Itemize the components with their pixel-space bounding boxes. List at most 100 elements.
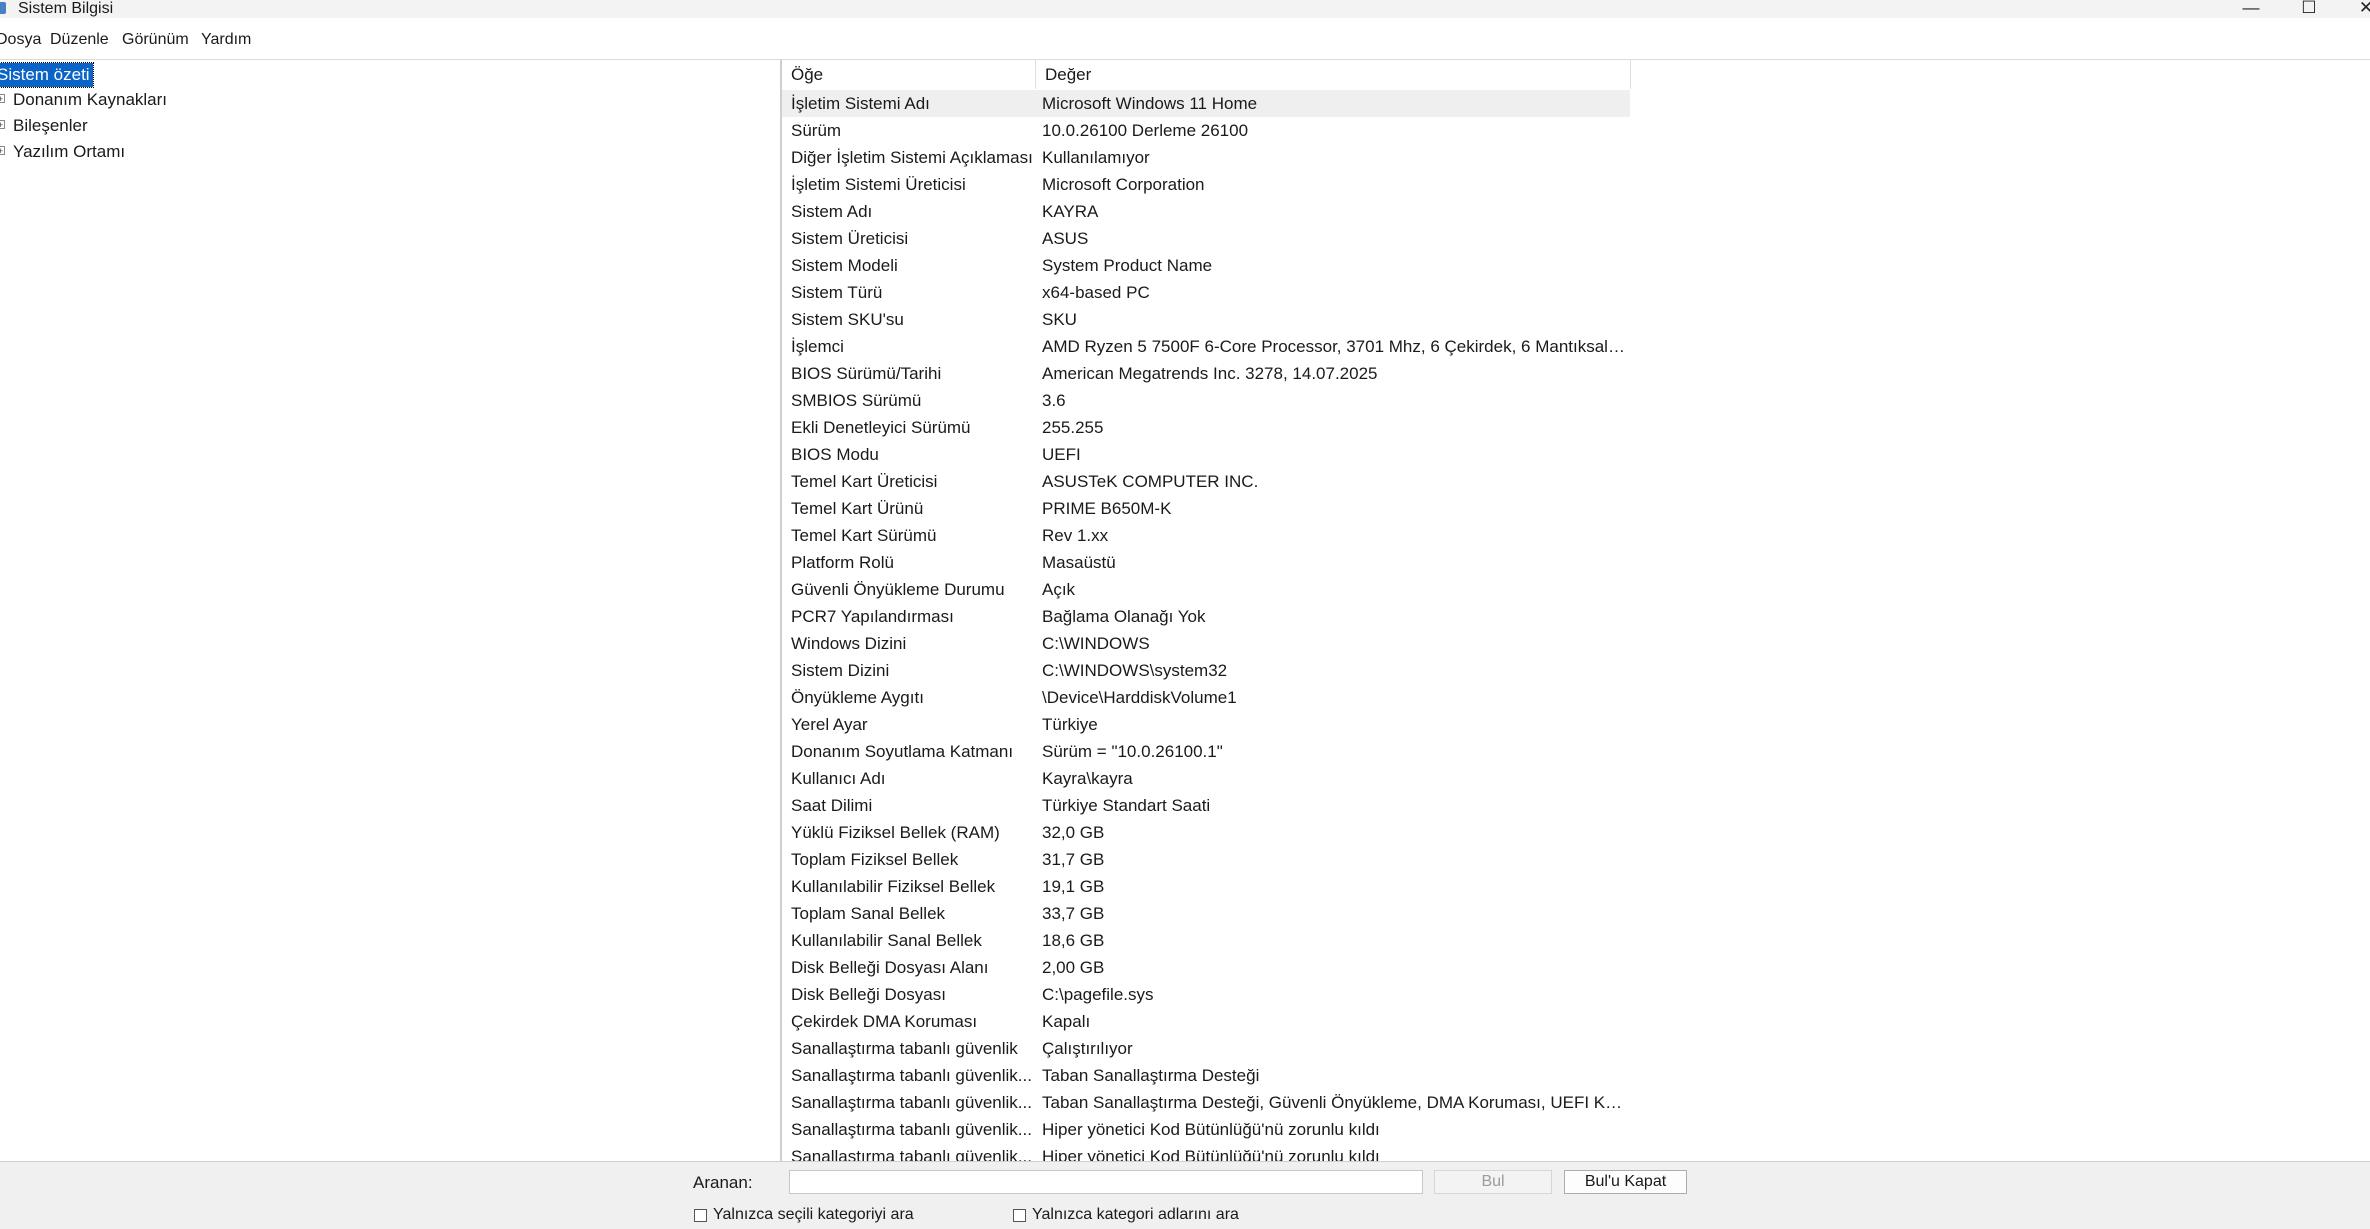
- table-row[interactable]: Saat Dilimi Türkiye Standart Saati: [782, 792, 1630, 819]
- row-value-cell: 33,7 GB: [1042, 904, 1105, 923]
- table-row[interactable]: Önyükleme Aygıtı \Device\HarddiskVolume1: [782, 684, 1630, 711]
- table-row[interactable]: Temel Kart Ürünü PRIME B650M-K: [782, 495, 1630, 522]
- table-row[interactable]: Donanım Soyutlama Katmanı Sürüm = "10.0.2…: [782, 738, 1630, 765]
- row-value-cell: 19,1 GB: [1042, 877, 1105, 896]
- row-item-cell: Windows Dizini: [791, 634, 907, 653]
- table-row[interactable]: Güvenli Önyükleme Durumu Açık: [782, 576, 1630, 603]
- row-item-cell: Sürüm: [791, 121, 842, 140]
- table-row[interactable]: BIOS Sürümü/Tarihi American Megatrends In…: [782, 360, 1630, 387]
- table-row[interactable]: Sistem Dizini C:\WINDOWS\system32: [782, 657, 1630, 684]
- row-value-cell: Taban Sanallaştırma Desteği: [1042, 1066, 1260, 1085]
- table-row[interactable]: Yerel Ayar Türkiye: [782, 711, 1630, 738]
- menu-file[interactable]: Dosya: [0, 26, 41, 54]
- row-item-cell: Sistem Türü: [791, 283, 883, 302]
- row-value-cell: 31,7 GB: [1042, 850, 1105, 869]
- row-value-cell: C:\WINDOWS: [1042, 634, 1150, 653]
- table-row[interactable]: Sistem Modeli System Product Name: [782, 252, 1630, 279]
- row-value-cell: Türkiye: [1042, 715, 1098, 734]
- table-row[interactable]: Toplam Sanal Bellek 33,7 GB: [782, 900, 1630, 927]
- row-item-cell: Yüklü Fiziksel Bellek (RAM): [791, 823, 1000, 842]
- row-item-cell: İşletim Sistemi Üreticisi: [791, 175, 966, 194]
- table-row[interactable]: İşlemci AMD Ryzen 5 7500F 6-Core Processo…: [782, 333, 1630, 360]
- category-tree[interactable]: Sistem özeti + Donanım Kaynakları + Bile…: [0, 59, 782, 1162]
- row-item-cell: İşletim Sistemi Adı: [791, 94, 930, 113]
- menu-view[interactable]: Görünüm: [122, 26, 189, 54]
- tree-item-label: Bileşenler: [13, 116, 88, 135]
- expand-icon[interactable]: +: [0, 94, 5, 104]
- close-find-button[interactable]: Bul'u Kapat: [1564, 1170, 1687, 1194]
- table-row[interactable]: Çekirdek DMA Koruması Kapalı: [782, 1008, 1630, 1035]
- find-button[interactable]: Bul: [1434, 1170, 1552, 1194]
- table-row[interactable]: Toplam Fiziksel Bellek 31,7 GB: [782, 846, 1630, 873]
- checkbox-box[interactable]: [1013, 1209, 1026, 1222]
- maximize-button[interactable]: ☐: [2284, 0, 2334, 18]
- row-item-cell: Sistem Modeli: [791, 256, 898, 275]
- row-value-cell: AMD Ryzen 5 7500F 6-Core Processor, 3701…: [1042, 337, 1628, 356]
- find-bar: Aranan: Bul Bul'u Kapat Yalnızca seçili …: [0, 1161, 2370, 1229]
- row-item-cell: Sanallaştırma tabanlı güvenlik...: [791, 1120, 1032, 1139]
- table-row[interactable]: Sanallaştırma tabanlı güvenlik Çalıştırıl…: [782, 1035, 1630, 1062]
- table-row[interactable]: Windows Dizini C:\WINDOWS: [782, 630, 1630, 657]
- details-pane[interactable]: Öğe Değer İşletim Sistemi Adı Microsoft W…: [782, 59, 2370, 1162]
- row-value-cell: 18,6 GB: [1042, 931, 1105, 950]
- table-row[interactable]: SMBIOS Sürümü 3.6: [782, 387, 1630, 414]
- column-header-value[interactable]: Değer: [1036, 60, 1631, 89]
- table-row[interactable]: BIOS Modu UEFI: [782, 441, 1630, 468]
- row-value-cell: 32,0 GB: [1042, 823, 1105, 842]
- row-value-cell: Masaüstü: [1042, 553, 1116, 572]
- table-row[interactable]: Kullanıcı Adı Kayra\kayra: [782, 765, 1630, 792]
- row-item-cell: Kullanılabilir Sanal Bellek: [791, 931, 982, 950]
- table-row[interactable]: Sanallaştırma tabanlı güvenlik... Taban S…: [782, 1089, 1630, 1116]
- expand-icon[interactable]: +: [0, 120, 5, 130]
- table-row[interactable]: Sanallaştırma tabanlı güvenlik... Hiper y…: [782, 1143, 1630, 1162]
- expand-icon[interactable]: +: [0, 146, 5, 156]
- column-header: Öğe Değer: [782, 60, 1631, 89]
- row-value-cell: 3.6: [1042, 391, 1066, 410]
- row-item-cell: BIOS Sürümü/Tarihi: [791, 364, 942, 383]
- table-row[interactable]: Sürüm 10.0.26100 Derleme 26100: [782, 117, 1630, 144]
- row-value-cell: SKU: [1042, 310, 1077, 329]
- row-item-cell: Ekli Denetleyici Sürümü: [791, 418, 971, 437]
- tree-item-label: Yazılım Ortamı: [13, 142, 126, 161]
- table-row[interactable]: Kullanılabilir Sanal Bellek 18,6 GB: [782, 927, 1630, 954]
- table-row[interactable]: Sistem Üreticisi ASUS: [782, 225, 1630, 252]
- table-row[interactable]: Sanallaştırma tabanlı güvenlik... Taban S…: [782, 1062, 1630, 1089]
- table-row[interactable]: Disk Belleği Dosyası Alanı 2,00 GB: [782, 954, 1630, 981]
- table-row[interactable]: Kullanılabilir Fiziksel Bellek 19,1 GB: [782, 873, 1630, 900]
- checkbox-label: Yalnızca seçili kategoriyi ara: [713, 1206, 914, 1223]
- table-row[interactable]: Sistem Adı KAYRA: [782, 198, 1630, 225]
- menu-edit[interactable]: Düzenle: [50, 26, 109, 54]
- table-row[interactable]: Temel Kart Üreticisi ASUSTeK COMPUTER INC…: [782, 468, 1630, 495]
- row-value-cell: System Product Name: [1042, 256, 1213, 275]
- minimize-button[interactable]: —: [2226, 0, 2276, 18]
- app-icon: [0, 2, 6, 14]
- table-row[interactable]: İşletim Sistemi Adı Microsoft Windows 11 …: [782, 90, 1630, 117]
- row-value-cell: ASUS: [1042, 229, 1089, 248]
- row-item-cell: Saat Dilimi: [791, 796, 873, 815]
- table-row[interactable]: Sistem SKU'su SKU: [782, 306, 1630, 333]
- table-row[interactable]: Sanallaştırma tabanlı güvenlik... Hiper y…: [782, 1116, 1630, 1143]
- row-item-cell: Temel Kart Üreticisi: [791, 472, 938, 491]
- row-value-cell: C:\WINDOWS\system32: [1042, 661, 1228, 680]
- row-value-cell: ASUSTeK COMPUTER INC.: [1042, 472, 1259, 491]
- table-row[interactable]: İşletim Sistemi Üreticisi Microsoft Corpo…: [782, 171, 1630, 198]
- row-item-cell: PCR7 Yapılandırması: [791, 607, 954, 626]
- table-row[interactable]: Platform Rolü Masaüstü: [782, 549, 1630, 576]
- table-row[interactable]: Ekli Denetleyici Sürümü 255.255: [782, 414, 1630, 441]
- tree-item-system-summary[interactable]: Sistem özeti: [0, 62, 94, 88]
- close-button[interactable]: ✕: [2341, 0, 2370, 18]
- column-header-item[interactable]: Öğe: [782, 60, 1036, 89]
- row-item-cell: Sistem Üreticisi: [791, 229, 909, 248]
- table-row[interactable]: Sistem Türü x64-based PC: [782, 279, 1630, 306]
- table-row[interactable]: Temel Kart Sürümü Rev 1.xx: [782, 522, 1630, 549]
- menu-help[interactable]: Yardım: [201, 26, 251, 54]
- table-row[interactable]: PCR7 Yapılandırması Bağlama Olanağı Yok: [782, 603, 1630, 630]
- row-value-cell: KAYRA: [1042, 202, 1099, 221]
- checkbox-box[interactable]: [694, 1209, 707, 1222]
- find-input[interactable]: [789, 1170, 1423, 1194]
- table-row[interactable]: Yüklü Fiziksel Bellek (RAM) 32,0 GB: [782, 819, 1630, 846]
- table-row[interactable]: Diğer İşletim Sistemi Açıklaması Kullanıl…: [782, 144, 1630, 171]
- table-row[interactable]: Disk Belleği Dosyası C:\pagefile.sys: [782, 981, 1630, 1008]
- row-value-cell: Bağlama Olanağı Yok: [1042, 607, 1206, 626]
- find-label: Aranan:: [693, 1173, 753, 1192]
